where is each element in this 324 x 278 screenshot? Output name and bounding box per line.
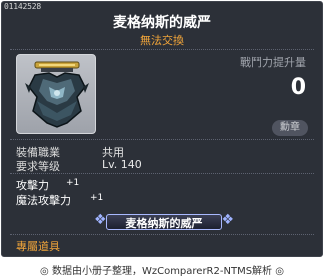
medal-banner-text: 麦格纳斯的威严 [125,217,203,230]
combat-power-label: 戰鬥力提升量 [240,56,306,69]
footer-credit: ◎ 数据由小册子整理，WzComparerR2-NTMS解析 ◎ [40,266,284,277]
medal-button[interactable]: 勳章 [272,120,308,136]
divider-mid [10,139,314,140]
divider-stats [10,173,314,174]
wing-right-icon: ❖ [221,212,234,228]
divider-bottom [10,234,314,235]
item-tooltip: 01142528 麦格纳斯的威严 無法交換 戰鬥力提升量 0 勳章 裝備職業 共… [1,1,323,257]
exclusive-item-label: 專屬道具 [16,240,60,253]
divider-top [10,49,314,50]
info-level-value: Lv. 140 [102,158,142,171]
item-name: 麦格纳斯的威严 [113,15,211,31]
item-id: 01142528 [4,2,41,11]
item-icon-frame [16,54,96,134]
stat-attack-label: 攻擊力 [16,179,49,192]
trade-restriction-note: 無法交換 [140,34,184,47]
stat-magic-attack-value: +1 [90,193,104,203]
info-level-label: 要求等级 [16,160,60,173]
stat-magic-attack-label: 魔法攻擊力 [16,194,71,207]
medal-title-banner: ❖ 麦格纳斯的威严 ❖ [94,212,234,232]
stat-attack-value: +1 [66,178,80,188]
combat-power-value: 0 [290,75,306,100]
wing-left-icon: ❖ [94,212,107,228]
magnus-majesty-medal-icon [25,61,89,128]
